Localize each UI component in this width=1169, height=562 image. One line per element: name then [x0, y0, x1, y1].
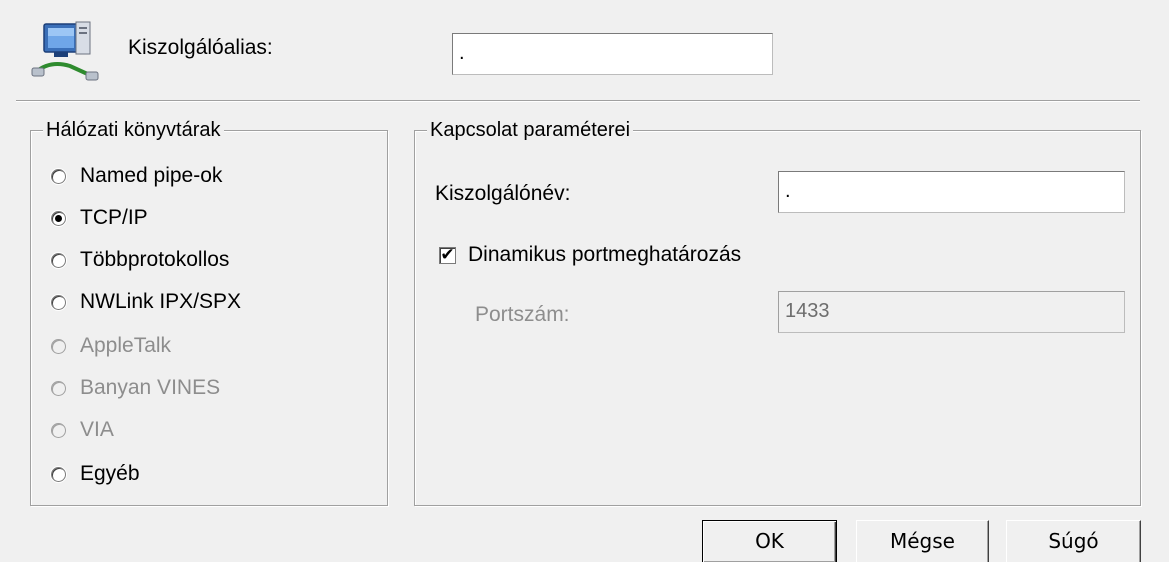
radio-button-disabled-icon [51, 338, 66, 354]
radio-label: Egyéb [80, 462, 140, 485]
radio-named-pipes[interactable]: Named pipe-ok [51, 161, 222, 191]
radio-label: VIA [80, 418, 114, 441]
radio-other[interactable]: Egyéb [51, 459, 140, 489]
radio-button-icon[interactable] [51, 466, 66, 482]
dynamic-port-checkbox-row[interactable]: ✔ Dinamikus portmeghatározás [439, 243, 741, 267]
radio-label: Banyan VINES [80, 376, 221, 399]
network-libraries-legend: Hálózati könyvtárak [43, 116, 224, 144]
port-label: Portszám: [475, 303, 570, 326]
radio-button-disabled-icon [51, 380, 66, 396]
network-computer-icon [30, 18, 100, 82]
radio-via: VIA [51, 415, 114, 445]
separator [16, 100, 1140, 102]
radio-label: Többprotokollos [80, 248, 230, 271]
radio-button-icon[interactable] [51, 294, 66, 310]
ok-button[interactable]: OK [702, 520, 837, 562]
radio-multiprotocol[interactable]: Többprotokollos [51, 245, 229, 275]
radio-label: AppleTalk [80, 334, 172, 357]
radio-label: Named pipe-ok [80, 164, 223, 187]
checkbox-checked-icon[interactable]: ✔ [439, 246, 456, 264]
server-alias-dialog: Kiszolgálóalias: . Hálózati könyvtárak N… [0, 0, 1169, 562]
radio-tcp-ip[interactable]: TCP/IP [51, 203, 148, 233]
radio-appletalk: AppleTalk [51, 331, 171, 361]
radio-label: TCP/IP [80, 206, 148, 229]
network-libraries-group: Hálózati könyvtárak Named pipe-ok TCP/IP… [30, 116, 388, 506]
help-button[interactable]: Súgó [1006, 520, 1141, 562]
connection-parameters-legend: Kapcsolat paraméterei [427, 116, 634, 144]
radio-button-checked-icon[interactable] [51, 210, 66, 226]
server-name-input[interactable]: . [778, 171, 1125, 213]
radio-button-icon[interactable] [51, 168, 66, 184]
port-input: 1433 [778, 291, 1125, 333]
radio-label: NWLink IPX/SPX [80, 290, 242, 313]
radio-banyan-vines: Banyan VINES [51, 373, 220, 403]
radio-nwlink[interactable]: NWLink IPX/SPX [51, 287, 241, 317]
radio-button-disabled-icon [51, 422, 66, 438]
server-alias-label: Kiszolgálóalias: [128, 36, 273, 59]
server-name-label: Kiszolgálónév: [435, 182, 571, 205]
connection-parameters-group: Kapcsolat paraméterei Kiszolgálónév: . ✔… [414, 116, 1141, 506]
radio-button-icon[interactable] [51, 252, 66, 268]
cancel-button[interactable]: Mégse [856, 520, 989, 562]
server-alias-input[interactable]: . [452, 33, 773, 75]
dynamic-port-label: Dinamikus portmeghatározás [468, 243, 742, 266]
